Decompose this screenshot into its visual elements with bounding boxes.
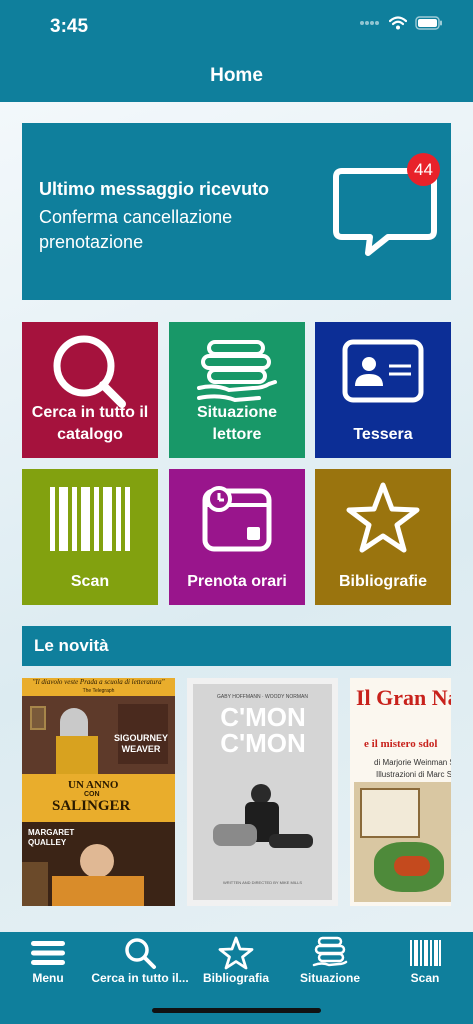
book-author: di Marjorie Weinman S (374, 758, 451, 767)
status-bar: 3:45 (0, 0, 473, 50)
book-cover-un-anno-con-salinger[interactable]: "Il diavolo veste Prada a scuola di lett… (22, 678, 175, 906)
tab-bibliography[interactable]: Bibliografia (196, 932, 276, 994)
page-title: Home (210, 65, 263, 86)
home-content: Ultimo messaggio ricevuto Conferma cance… (0, 102, 473, 932)
tile-label: Cerca in tutto il catalogo (31, 404, 149, 443)
book-illustration (354, 782, 451, 902)
home-indicator (152, 1008, 321, 1013)
book-credit: WRITTEN AND DIRECTED BY MIKE MILLS (222, 880, 303, 885)
tile-label: Tessera (353, 426, 413, 443)
book-actor2: MARGARET QUALLEY (28, 828, 75, 847)
book-cover-image: GABY HOFFMANN · WOODY NORMAN C'MON C'MON… (193, 684, 332, 900)
menu-icon (31, 941, 65, 965)
message-text: Conferma cancellazione prenotazione (39, 207, 233, 252)
star-icon (218, 936, 254, 970)
book-title: Il Gran Nata (356, 685, 451, 710)
book-cover-il-gran-natale[interactable]: Il Gran Nata e il mistero sdol di Marjor… (350, 678, 451, 906)
book-title-block: UN ANNO CON SALINGER (22, 776, 175, 822)
tab-situation[interactable]: Situazione (290, 932, 370, 994)
search-icon (125, 938, 156, 969)
navigation-bar: Home (0, 50, 473, 102)
book-illustrator: Illustrazioni di Marc S (376, 770, 451, 779)
tile-reader-status[interactable]: Situazione lettore (169, 322, 305, 458)
tile-label: Scan (70, 573, 110, 590)
id-card-icon (342, 339, 424, 403)
star-icon (346, 482, 420, 553)
tile-card[interactable]: Tessera (315, 322, 451, 458)
tile-label: Situazione lettore (196, 404, 277, 443)
tab-label: Bibliografia (202, 971, 269, 985)
news-header: Le novità (22, 626, 451, 666)
status-time: 3:45 (50, 16, 89, 37)
tile-book-schedule[interactable]: Prenota orari (169, 469, 305, 605)
wifi-icon (389, 16, 407, 30)
book-subtitle: e il mistero sdol (364, 738, 438, 750)
cellular-signal-icon (360, 21, 379, 25)
tab-bar: Menu Cerca in tutto il... Bibliografia S… (0, 932, 473, 1024)
book-title-line3: SALINGER (52, 798, 131, 814)
message-title: Ultimo messaggio ricevuto (39, 179, 270, 199)
tab-scan[interactable]: Scan (390, 932, 460, 994)
barcode-icon (410, 940, 441, 966)
last-message-card[interactable]: Ultimo messaggio ricevuto Conferma cance… (22, 123, 451, 300)
tab-label: Cerca in tutto il... (91, 971, 189, 985)
tab-label: Situazione (299, 971, 360, 985)
tab-search[interactable]: Cerca in tutto il... (88, 932, 192, 994)
tab-label: Scan (410, 971, 440, 985)
status-icons (359, 16, 443, 30)
book-title-line1: UN ANNO (68, 779, 119, 791)
barcode-icon (50, 487, 130, 551)
tile-label: Bibliografie (338, 573, 427, 590)
book-quote-source: The Telegraph (82, 688, 115, 694)
battery-icon (415, 16, 442, 30)
tile-label: Prenota orari (187, 573, 287, 590)
news-title: Le novità (34, 636, 109, 655)
book-actor1: SIGOURNEY WEAVER (113, 733, 168, 754)
book-title-line2: CON (84, 791, 100, 798)
tile-bibliographies[interactable]: Bibliografie (315, 469, 451, 605)
message-badge: 44 (407, 153, 440, 186)
books-icon (312, 936, 348, 967)
calendar-clock-icon (202, 486, 272, 552)
book-cover-cmon-cmon[interactable]: GABY HOFFMANN · WOODY NORMAN C'MON C'MON… (187, 678, 338, 906)
tab-label: Menu (32, 971, 64, 985)
book-names: GABY HOFFMANN · WOODY NORMAN (217, 694, 308, 700)
tile-scan[interactable]: Scan (22, 469, 158, 605)
book-title: C'MON C'MON (220, 702, 306, 758)
tab-menu[interactable]: Menu (10, 932, 86, 994)
tile-search-catalog[interactable]: Cerca in tutto il catalogo (22, 322, 158, 458)
